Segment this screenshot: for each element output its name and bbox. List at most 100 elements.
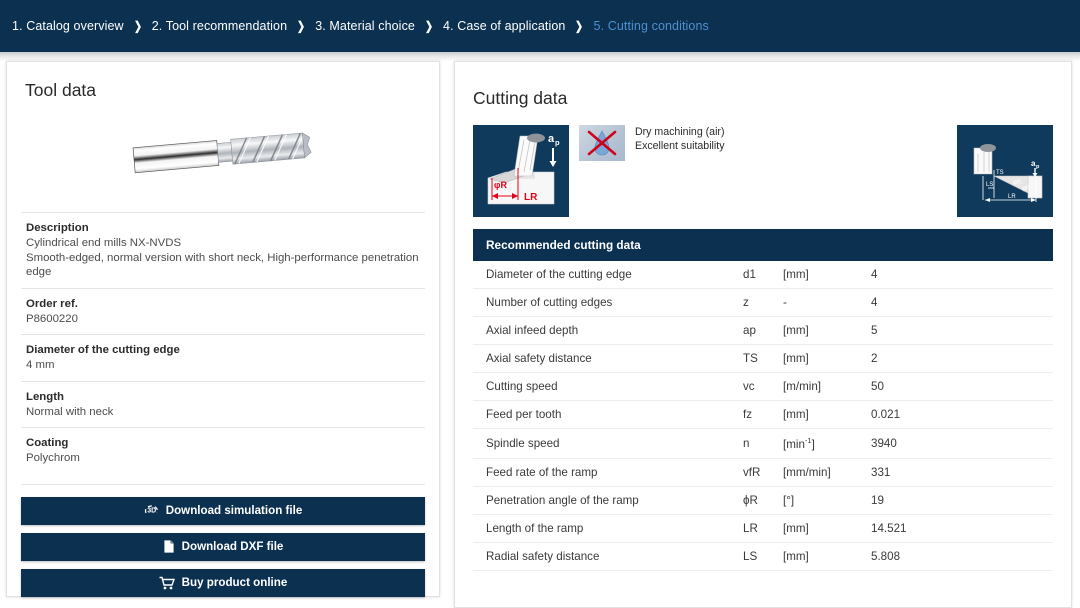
cell-unit: [mm] [783,542,871,571]
table-row: Feed rate of the ramp vfR [mm/min] 331 [473,458,1053,487]
breadcrumb-item-4[interactable]: 4. Case of application [443,19,565,33]
spec-value: Smooth-edged, normal version with short … [26,251,419,279]
cell-value: 4 [871,288,1053,317]
cell-symbol: n [743,428,783,459]
cell-value: 5 [871,316,1053,345]
breadcrumb-separator-icon: ❯ [424,19,434,33]
cell-parameter-label: Cutting speed [473,372,743,401]
spec-label: Diameter of the cutting edge [26,344,180,356]
cell-unit: [mm] [783,261,871,289]
breadcrumb-separator-icon: ❯ [297,19,306,33]
breadcrumb-separator-icon: ❯ [575,19,584,33]
svg-text:φR: φR [1013,180,1022,186]
button-label: Download simulation file [165,504,303,517]
cell-symbol: ap [743,316,783,345]
cell-unit: [mm] [783,514,871,543]
table-row: Length of the ramp LR [mm] 14.521 [473,514,1053,543]
spec-value: Normal with neck [26,405,114,418]
cell-parameter-label: Spindle speed [473,428,743,459]
table-row: Number of cutting edges z -4 [473,288,1053,317]
spec-value: 4 mm [26,359,55,371]
button-label: Download DXF file [181,540,284,553]
breadcrumb: 1. Catalog overview ❯ 2. Tool recommendati… [12,19,709,33]
cell-value: 0.021 [871,400,1053,429]
cell-value: 2 [871,344,1053,373]
cell-unit: [min-1] [783,428,871,459]
tool-data-panel: Tool data Description Cylindrical end mi… [6,61,440,597]
button-shopping-cart[interactable]: Buy product online [21,568,425,597]
breadcrumb-item-5[interactable]: 5. Cutting conditions [594,19,709,33]
svg-text:φR: φR [1022,186,1031,192]
coolant-line-2: Excellent suitability [635,139,725,152]
cell-symbol: vc [743,372,783,401]
no-coolant-icon [579,125,625,161]
table-row: Axial infeed depth ap [mm] 5 [473,316,1053,345]
cell-unit: [mm] [783,344,871,373]
ramp-plunge-diagram-icon: a p φR LR [473,125,569,217]
svg-text:LS: LS [986,182,993,188]
cell-symbol: z [743,288,783,317]
cell-parameter-label: Axial infeed depth [473,316,743,345]
svg-text:3D: 3D [147,508,156,515]
shopping-cart-icon [159,576,175,590]
spec-label: Description [26,222,89,234]
cell-symbol: vfR [743,458,783,487]
spec-value: Cylindrical end mills NX-NVDS [26,237,182,249]
spec-label: Length [26,390,64,403]
table-row: Diameter of the cutting edge d1 [mm] 4 [473,261,1053,289]
cell-parameter-label: Radial safety distance [473,542,743,571]
spec-row: Order ref. P8600220 [21,287,425,335]
svg-text:a: a [548,133,555,145]
spec-value: P8600220 [26,312,78,325]
cell-value: 19 [871,486,1053,515]
cutting-data-panel: Cutting data a p φR LR Dry machining (ai… [454,61,1072,608]
cell-parameter-label: Length of the ramp [473,514,743,543]
breadcrumb-item-2[interactable]: 2. Tool recommendation [152,19,287,33]
cell-parameter-label: Axial safety distance [473,344,743,373]
cell-symbol: TS [743,344,783,373]
table-header-title: Recommended cutting data [473,229,1053,261]
spec-row: Length Normal with neck [21,380,425,428]
cell-symbol: LR [743,514,783,543]
breadcrumb-bar: 1. Catalog overview ❯ 2. Tool recommendati… [0,0,1080,52]
cutting-data-title: Cutting data [473,88,568,108]
table-row: Axial safety distance TS [mm] 2 [473,344,1053,373]
spec-label: Coating [26,437,69,449]
cell-symbol: fz [743,400,783,429]
table-row: Radial safety distance LS [mm] 5.808 [473,542,1053,571]
cell-symbol: ϕR [743,486,783,515]
document-icon [163,539,175,554]
3d-icon: 3D [144,504,159,517]
cell-parameter-label: Penetration angle of the ramp [473,486,743,515]
cell-parameter-label: Diameter of the cutting edge [473,261,743,289]
ramp-geometry-diagram-icon: LS TS LR φR φR a p [957,125,1053,217]
cell-parameter-label: Feed rate of the ramp [473,458,743,487]
table-header-row: Recommended cutting data [473,229,1053,261]
button-3d[interactable]: 3D Download simulation file [21,496,425,525]
svg-text:TS: TS [996,170,1004,176]
cell-value: 5.808 [871,542,1053,571]
recommended-cutting-data-table: Recommended cutting data Diameter of the… [473,229,1053,571]
cell-value: 4 [871,261,1053,289]
breadcrumb-item-3[interactable]: 3. Material choice [315,19,415,33]
cell-value: 50 [871,372,1053,401]
spec-value: Polychrom [26,452,80,464]
cell-symbol: d1 [743,261,783,289]
cell-unit: - [783,288,871,317]
spec-row: Diameter of the cutting edge 4 mm [21,334,425,381]
breadcrumb-item-1[interactable]: 1. Catalog overview [12,19,124,33]
breadcrumb-separator-icon: ❯ [133,19,142,33]
table-row: Spindle speed n [min-1] 3940 [473,428,1053,459]
spec-label: Order ref. [26,297,78,310]
svg-text:LR: LR [524,192,538,203]
cell-value: 3940 [871,428,1053,459]
tool-spec-list: Description Cylindrical end mills NX-NVDS… [21,212,425,474]
svg-text:LR: LR [1008,194,1016,200]
header-shadow [0,52,1080,61]
tool-action-buttons: 3D Download simulation file Download DXF f… [21,483,425,597]
table-row: Feed per tooth fz [mm] 0.021 [473,400,1053,429]
end-mill-illustration [7,107,439,202]
button-label: Buy product online [181,576,288,589]
cell-value: 331 [871,458,1053,487]
button-document[interactable]: Download DXF file [21,532,425,561]
